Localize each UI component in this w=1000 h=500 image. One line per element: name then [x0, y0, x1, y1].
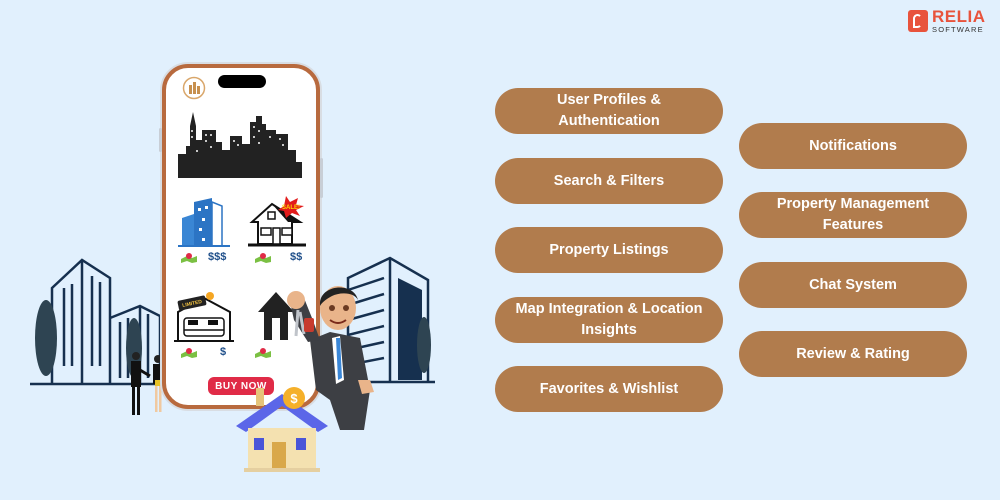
brand-subtitle: SOFTWARE [932, 25, 984, 35]
listing-price: $$$ [208, 251, 227, 263]
office-building-icon [178, 198, 230, 247]
brand-name: RELIA [932, 7, 986, 27]
map-location-icon [255, 253, 271, 263]
relia-logo-icon [908, 10, 928, 32]
map-location-icon [181, 253, 197, 263]
house-coin-illustration: $ [236, 387, 328, 472]
garage-limited-offer-icon: LIMITED [174, 292, 234, 342]
feature-favorites-wishlist: Favorites & Wishlist [495, 366, 723, 412]
brand-logo: RELIA SOFTWARE [908, 8, 992, 34]
feature-map-integration-location-insights: Map Integration & Location Insights [495, 297, 723, 343]
feature-review-rating: Review & Rating [739, 331, 967, 377]
feature-label: Map Integration & Location Insights [515, 301, 703, 338]
house-sale-icon: SALE! [248, 196, 306, 247]
phone-side-button [320, 158, 323, 198]
feature-property-management: Property Management Features [739, 192, 967, 238]
listing-price: $ [220, 346, 227, 358]
feature-label: Favorites & Wishlist [539, 380, 679, 397]
feature-label: Property Listings [549, 241, 669, 258]
app-logo-icon [182, 76, 206, 100]
feature-search-filters: Search & Filters [495, 158, 723, 204]
listing-price: $$ [290, 251, 303, 263]
feature-property-listings: Property Listings [495, 227, 723, 273]
feature-user-profiles-authentication: User Profiles & Authentication [495, 88, 723, 134]
feature-label: Notifications [809, 137, 897, 154]
feature-label: Search & Filters [553, 172, 665, 189]
svg-text:$: $ [290, 391, 298, 406]
feature-label: Property Management Features [776, 196, 930, 233]
feature-label: Chat System [809, 276, 897, 293]
phone-notch [218, 75, 266, 88]
feature-label: User Profiles & Authentication [557, 92, 661, 129]
feature-notifications: Notifications [739, 123, 967, 169]
feature-chat-system: Chat System [739, 262, 967, 308]
map-location-icon [181, 348, 197, 358]
feature-label: Review & Rating [796, 345, 910, 362]
city-skyline-icon [178, 112, 302, 178]
svg-text:SALE!: SALE! [282, 205, 300, 211]
phone-side-button [159, 128, 162, 152]
